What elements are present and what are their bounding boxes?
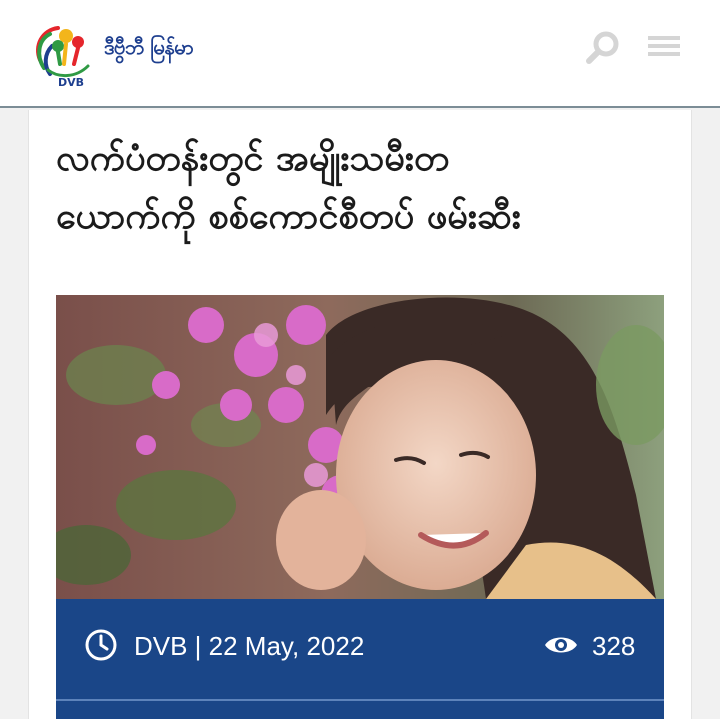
headline-line-1: လက်ပံတန်းတွင် အမျိုးသမီးတ bbox=[56, 138, 450, 179]
dvb-logo[interactable]: DVB bbox=[30, 20, 102, 89]
site-header: DVB ဒီဗွီဘီ မြန်မာ bbox=[0, 0, 720, 108]
headline-line-2: ယောက်ကို စစ်ကောင်စီတပ် ဖမ်းဆီး bbox=[56, 196, 521, 237]
clock-icon bbox=[84, 628, 118, 662]
eye-icon bbox=[543, 632, 579, 658]
meta-bar-bottom bbox=[56, 701, 664, 719]
hamburger-menu-icon bbox=[648, 36, 680, 56]
article-image bbox=[56, 295, 664, 599]
article-headline[interactable]: လက်ပံတန်းတွင် အမျိုးသမီးတ ယောက်ကို စစ်ကေ… bbox=[56, 130, 666, 246]
search-button[interactable] bbox=[584, 28, 624, 68]
logo-text: DVB bbox=[58, 76, 84, 88]
article-photo[interactable] bbox=[56, 295, 664, 599]
site-name[interactable]: ဒီဗွီဘီ မြန်မာ bbox=[104, 34, 194, 64]
view-count: 328 bbox=[592, 631, 636, 661]
menu-button[interactable] bbox=[644, 30, 684, 66]
dvb-logo-icon: DVB bbox=[36, 26, 90, 89]
search-icon bbox=[586, 31, 619, 64]
article-byline: DVB | 22 May, 2022 bbox=[134, 631, 365, 661]
